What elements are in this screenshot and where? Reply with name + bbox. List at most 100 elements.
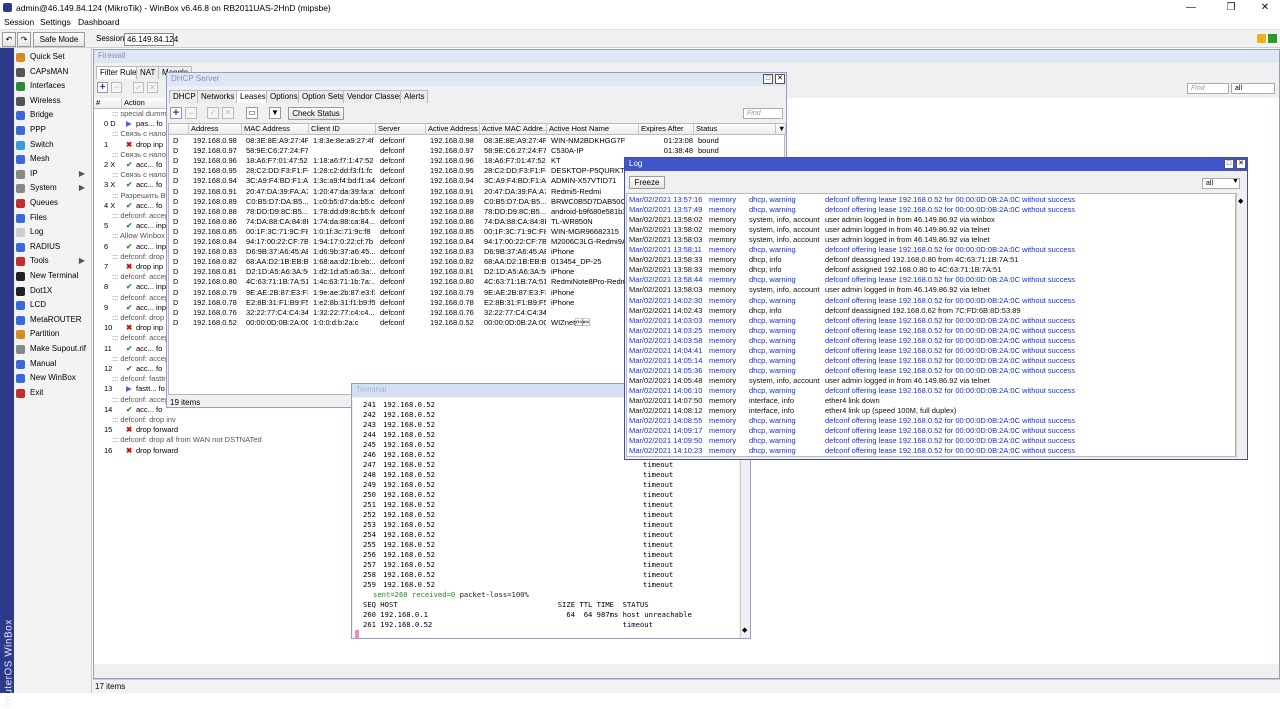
firewall-comment-row[interactable]: ::: defconf: drop all from WAN not DSTNA… [94, 435, 314, 445]
log-entry-row[interactable]: Mar/02/2021 13:58:33 memory dhcp, info defc… [627, 265, 1235, 275]
log-entry-row[interactable]: Mar/02/2021 14:08:12 memory interface, inf… [627, 406, 1235, 416]
dhcp-header-2[interactable]: MAC Address [242, 124, 309, 135]
log-entry-row[interactable]: Mar/02/2021 13:58:03 memory system, info, … [627, 285, 1235, 295]
log-scroll-thumb[interactable]: ◆ [1238, 197, 1243, 205]
sidebar-item-system[interactable]: System ▶ [15, 181, 91, 196]
log-entry-row[interactable]: Mar/02/2021 14:03:03 memory dhcp, warning d… [627, 316, 1235, 326]
filter-icon[interactable]: ▼ [269, 107, 281, 119]
disable-lease-icon[interactable]: ✕ [222, 107, 234, 119]
log-entry-row[interactable]: Mar/02/2021 14:05:36 memory dhcp, warning d… [627, 366, 1235, 376]
column-chooser-icon[interactable]: ▼ [776, 124, 786, 135]
tab-networks[interactable]: Networks [197, 90, 239, 103]
log-entry-row[interactable]: Mar/02/2021 13:58:44 memory dhcp, warning d… [627, 275, 1235, 285]
log-entry-row[interactable]: Mar/02/2021 14:06:10 memory dhcp, warning d… [627, 386, 1235, 396]
session-field[interactable]: 46.149.84.124 [124, 33, 178, 46]
dhcp-lease-row[interactable]: D 192.168.0.98 08:3E:8E:A9:27:4F 1:8:3e:8e:… [169, 136, 774, 146]
firewall-rule-row[interactable]: 16 ✖ drop forward [94, 446, 254, 456]
firewall-filter-select[interactable]: all [1231, 83, 1275, 94]
sidebar-item-lcd[interactable]: LCD [15, 298, 91, 313]
dhcp-lease-row[interactable]: D 192.168.0.97 58:9E:C6:27:24:F7 defconf 192… [169, 146, 774, 156]
dhcp-find-input[interactable]: Find [743, 108, 783, 119]
log-entry-row[interactable]: Mar/02/2021 13:58:33 memory dhcp, info defc… [627, 255, 1235, 265]
sidebar-item-manual[interactable]: Manual [15, 357, 91, 372]
freeze-button[interactable]: Freeze [629, 176, 665, 189]
add-lease-icon[interactable]: + [170, 107, 182, 119]
menu-session[interactable]: Session [4, 17, 34, 27]
tab-option-sets[interactable]: Option Sets [298, 90, 348, 103]
tab-options[interactable]: Options [266, 90, 302, 103]
add-rule-icon[interactable]: + [97, 82, 108, 93]
log-entry-row[interactable]: Mar/02/2021 13:58:03 memory system, info, … [627, 235, 1235, 245]
firewall-find-input[interactable]: Find [1187, 83, 1229, 94]
tab-vendor-classes[interactable]: Vendor Classes [343, 90, 408, 103]
check-status-button[interactable]: Check Status [288, 107, 344, 120]
log-entry-row[interactable]: Mar/02/2021 14:09:50 memory dhcp, warning d… [627, 436, 1235, 446]
sidebar-item-exit[interactable]: Exit [15, 386, 91, 401]
disable-rule-icon[interactable]: ✕ [147, 82, 158, 93]
remove-rule-icon[interactable]: − [111, 82, 122, 93]
dhcp-header-3[interactable]: Client ID [309, 124, 376, 135]
tab-alerts[interactable]: Alerts [400, 90, 429, 103]
sidebar-item-metarouter[interactable]: MetaROUTER [15, 313, 91, 328]
minimize-button[interactable]: — [1180, 1, 1202, 14]
log-entry-row[interactable]: Mar/02/2021 14:04:41 memory dhcp, warning d… [627, 346, 1235, 356]
sidebar-item-ppp[interactable]: PPP [15, 123, 91, 138]
log-entry-row[interactable]: Mar/02/2021 14:07:50 memory interface, inf… [627, 396, 1235, 406]
sidebar-item-log[interactable]: Log [15, 225, 91, 240]
sidebar-item-mesh[interactable]: Mesh [15, 152, 91, 167]
firewall-header-action[interactable]: Action [122, 98, 167, 109]
log-maximize-button[interactable]: □ [1224, 159, 1234, 169]
dhcp-header-6[interactable]: Active MAC Addre... [480, 124, 547, 135]
dhcp-maximize-button[interactable]: □ [763, 74, 773, 84]
log-entry-row[interactable]: Mar/02/2021 14:10:23 memory dhcp, warning d… [627, 446, 1235, 456]
sidebar-item-queues[interactable]: Queues [15, 196, 91, 211]
log-entry-row[interactable]: Mar/02/2021 14:05:48 memory system, info, … [627, 376, 1235, 386]
remove-lease-icon[interactable]: − [185, 107, 197, 119]
menu-settings[interactable]: Settings [40, 17, 71, 27]
redo-button[interactable]: ↷ [17, 32, 31, 47]
sidebar-item-tools[interactable]: Tools ▶ [15, 254, 91, 269]
sidebar-item-winbox[interactable]: New WinBox [15, 371, 91, 386]
log-entry-row[interactable]: Mar/02/2021 13:58:02 memory system, info, … [627, 215, 1235, 225]
close-button[interactable]: ✕ [1254, 1, 1276, 14]
log-close-button[interactable]: ✕ [1236, 159, 1246, 169]
log-entry-row[interactable]: Mar/02/2021 14:03:25 memory dhcp, warning d… [627, 326, 1235, 336]
undo-button[interactable]: ↶ [2, 32, 16, 47]
tab-leases[interactable]: Leases [236, 90, 270, 103]
sidebar-item-terminal[interactable]: New Terminal [15, 269, 91, 284]
sidebar-item-ip[interactable]: IP ▶ [15, 167, 91, 182]
dhcp-header-1[interactable]: Address [189, 124, 242, 135]
dhcp-header-7[interactable]: Active Host Name [547, 124, 639, 135]
maximize-button[interactable]: ❐ [1220, 1, 1242, 14]
scroll-down-icon[interactable]: ◆ [742, 626, 747, 634]
sidebar-item-quick-set[interactable]: Quick Set [15, 50, 91, 65]
dhcp-header-5[interactable]: Active Address [426, 124, 480, 135]
log-entry-row[interactable]: Mar/02/2021 13:58:11 memory dhcp, warning d… [627, 245, 1235, 255]
sidebar-item-interfaces[interactable]: Interfaces [15, 79, 91, 94]
log-filter-dropdown-icon[interactable]: ▼ [1232, 178, 1239, 185]
log-entry-row[interactable]: Mar/02/2021 13:57:16 memory dhcp, warning d… [627, 195, 1235, 205]
log-entry-row[interactable]: Mar/02/2021 14:02:30 memory dhcp, warning d… [627, 296, 1235, 306]
safe-mode-button[interactable]: Safe Mode [33, 32, 85, 47]
sidebar-item-radius[interactable]: RADIUS [15, 240, 91, 255]
firewall-header-number[interactable]: # [94, 98, 122, 109]
tab-dhcp[interactable]: DHCP [169, 90, 200, 103]
firewall-rule-row[interactable]: 15 ✖ drop forward [94, 425, 254, 435]
log-entry-row[interactable]: Mar/02/2021 14:09:17 memory dhcp, warning d… [627, 426, 1235, 436]
log-entry-row[interactable]: Mar/02/2021 14:02:43 memory dhcp, info defc… [627, 306, 1235, 316]
log-entry-row[interactable]: Mar/02/2021 14:03:58 memory dhcp, warning d… [627, 336, 1235, 346]
sidebar-item-supout[interactable]: Make Supout.rif [15, 342, 91, 357]
sidebar-item-switch[interactable]: Switch [15, 138, 91, 153]
menu-dashboard[interactable]: Dashboard [78, 17, 120, 27]
dhcp-header-0[interactable] [169, 124, 189, 135]
dhcp-header-8[interactable]: Expires After [639, 124, 694, 135]
sidebar-item-bridge[interactable]: Bridge [15, 108, 91, 123]
tab-nat[interactable]: NAT [136, 66, 160, 79]
dhcp-header-9[interactable]: Status [694, 124, 776, 135]
log-entry-row[interactable]: Mar/02/2021 13:57:49 memory dhcp, warning d… [627, 205, 1235, 215]
sidebar-item-dot1x[interactable]: Dot1X [15, 284, 91, 299]
log-entry-row[interactable]: Mar/02/2021 14:05:14 memory dhcp, warning d… [627, 356, 1235, 366]
enable-rule-icon[interactable]: ✓ [133, 82, 144, 93]
firewall-comment-row[interactable]: ::: defconf: drop inv [94, 415, 254, 425]
sidebar-item-capsman[interactable]: CAPsMAN [15, 65, 91, 80]
